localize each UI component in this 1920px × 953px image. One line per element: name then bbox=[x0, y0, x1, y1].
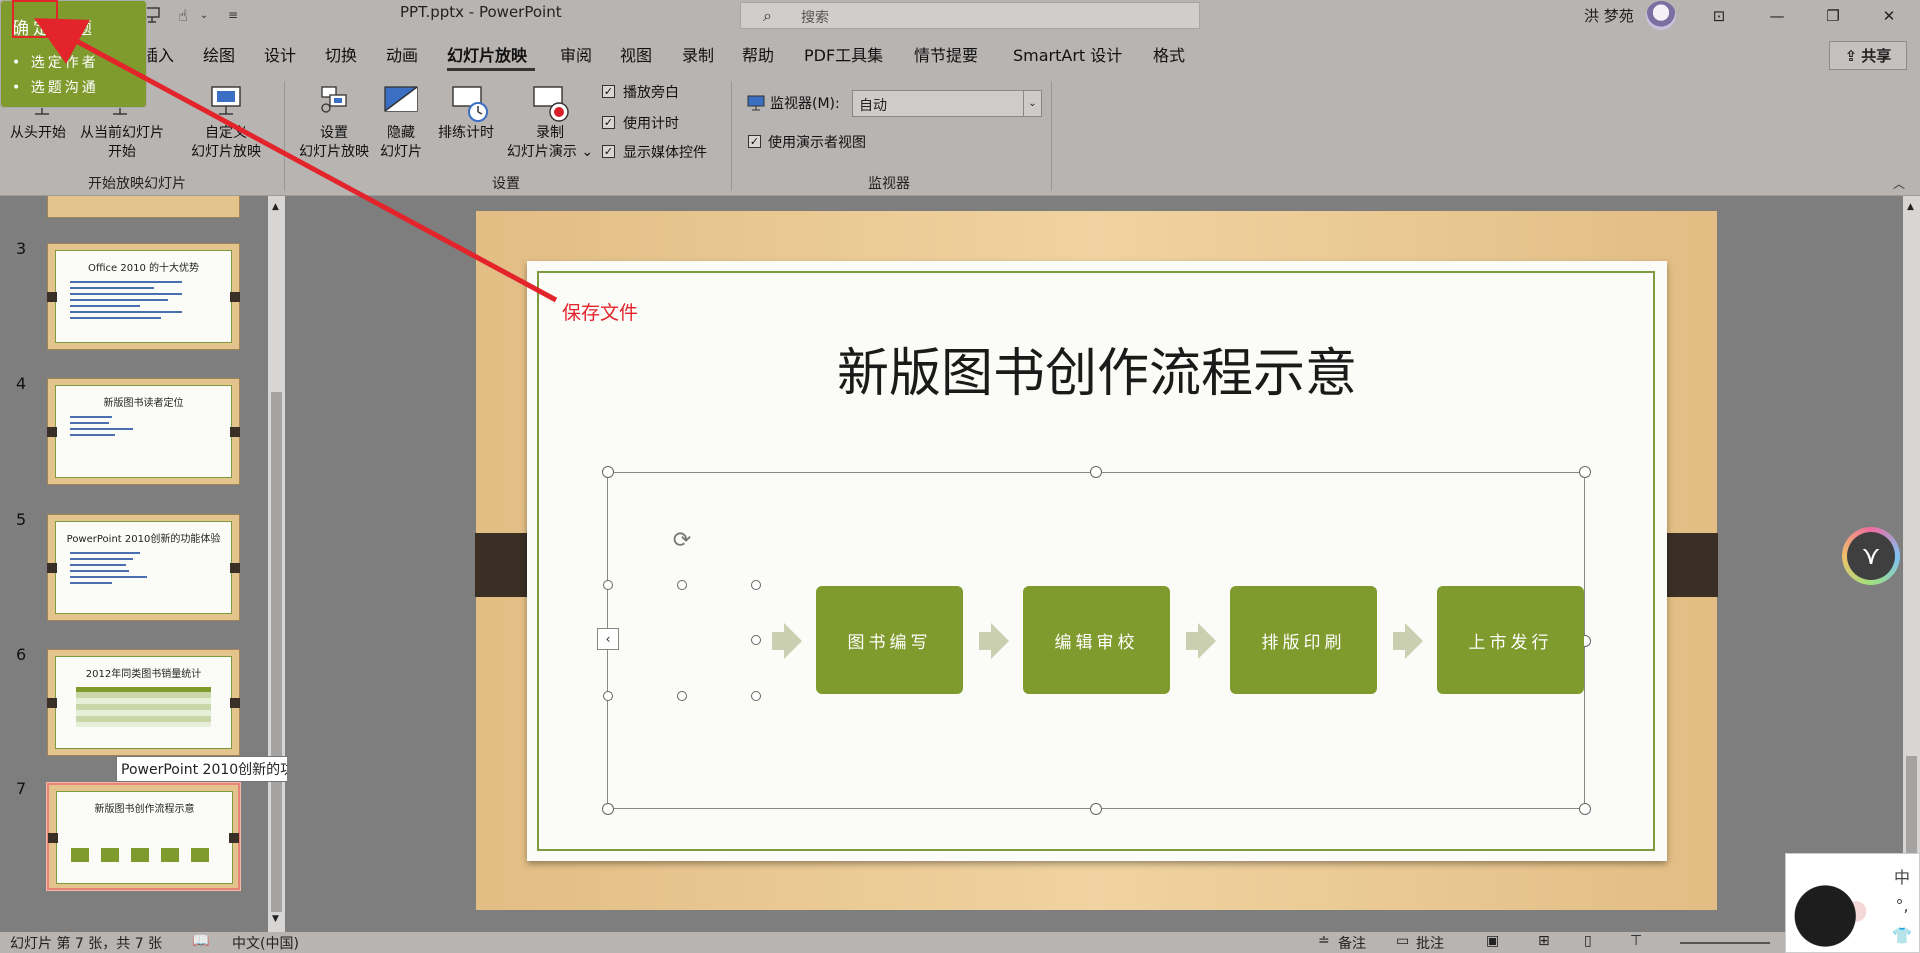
annotation-highlight-box bbox=[12, 0, 58, 38]
annotation-label: 保存文件 bbox=[562, 302, 639, 324]
annotation-arrow bbox=[34, 18, 558, 303]
